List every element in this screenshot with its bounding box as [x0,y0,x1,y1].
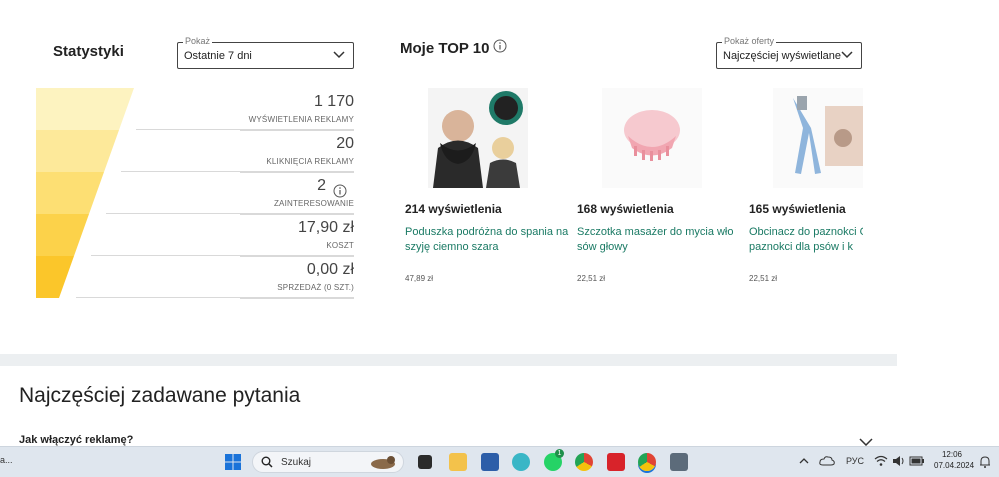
product-price: 22,51 zł [749,274,778,283]
product-name-link[interactable]: Szczotka masażer do mycia wło sów głowy [577,225,747,255]
product-image-travel-pillow[interactable] [428,88,528,188]
funnel-segment-clicks [36,130,119,172]
search-icon [261,456,273,468]
stat-label: ZAINTERESOWANIE [273,199,354,208]
wifi-icon[interactable] [874,455,888,467]
funnel-segment-interest [36,172,104,214]
product-name-link[interactable]: Poduszka podróżna do spania na szyję cie… [405,225,575,255]
chrome-icon[interactable] [638,453,656,471]
product-card[interactable]: 165 wyświetlenia Obcinacz do paznokci O … [749,88,863,283]
product-views: 165 wyświetlenia [749,202,846,216]
taskbar-search[interactable]: Szukaj [252,451,404,473]
product-card[interactable]: 214 wyświetlenia Poduszka podróżna do sp… [405,88,575,283]
chrome-profile-icon[interactable] [575,453,593,471]
windows-taskbar: a... Szukaj 1 РУС 12:06 07.04.2024 [0,446,999,477]
product-views: 168 wyświetlenia [577,202,674,216]
period-select-value: Ostatnie 7 dni [184,49,252,62]
stat-sales: 0,00 zł SPRZEDAŻ (0 SZT.) [240,256,354,299]
stat-clicks: 20 KLIKNIĘCIA REKLAMY [240,130,354,173]
offers-sort-select[interactable]: Pokaż oferty Najczęściej wyświetlane [716,36,862,69]
stat-label: WYŚWIETLENIA REKLAMY [248,115,354,124]
faq-card: Najczęściej zadawane pytania Jak włączyć… [0,366,897,446]
info-icon[interactable] [333,184,347,198]
stat-value: 1 170 [313,93,354,110]
language-indicator[interactable]: РУС [846,456,864,466]
stat-views: 1 170 WYŚWIETLENIA REKLAMY [240,88,354,131]
chevron-down-icon[interactable] [859,437,873,446]
faq-question[interactable]: Jak włączyć reklamę? [19,434,133,446]
top10-title: Moje TOP 10 [400,40,490,57]
chevron-up-icon[interactable] [799,457,809,465]
top10-carousel: 214 wyświetlenia Poduszka podróżna do sp… [399,88,863,298]
funnel-segment-views [36,88,134,130]
stats-title: Statystyki [53,43,124,60]
page-right-margin [897,0,999,446]
search-placeholder: Szukaj [281,456,312,468]
task-view-icon[interactable] [418,455,432,469]
product-price: 47,89 zł [405,274,434,283]
stat-value: 0,00 zł [306,261,354,278]
product-name-link[interactable]: Obcinacz do paznokci O do paznokci dla p… [749,225,863,255]
product-price: 22,51 zł [577,274,606,283]
store-icon[interactable] [481,453,499,471]
stat-label: KOSZT [326,241,354,250]
stat-label: KLIKNIĘCIA REKLAMY [266,157,354,166]
faq-title: Najczęściej zadawane pytania [19,384,301,407]
calculator-icon[interactable] [670,453,688,471]
product-card[interactable]: 168 wyświetlenia Szczotka masażer do myc… [577,88,747,283]
system-clock[interactable]: 12:06 07.04.2024 [934,449,975,471]
volume-icon[interactable] [892,455,906,467]
product-image-nail-clipper[interactable] [773,88,863,188]
stat-cost: 17,90 zł KOSZT [240,214,354,257]
chevron-down-icon [841,51,853,59]
funnel-segment-sales [36,256,74,298]
battery-icon[interactable] [909,455,925,467]
taskbar-window-fragment[interactable]: a... [0,455,13,465]
cloud-icon[interactable] [819,455,835,467]
stat-value: 17,90 zł [297,219,354,236]
windows-start-icon[interactable] [224,453,242,471]
funnel-segment-cost [36,214,89,256]
period-select-legend: Pokaż [183,36,213,46]
info-icon[interactable] [493,39,507,53]
file-explorer-icon[interactable] [449,453,467,471]
notification-badge: 1 [555,449,564,458]
conversion-funnel [36,88,134,298]
stat-label: SPRZEDAŻ (0 SZT.) [277,283,354,292]
offers-sort-value: Najczęściej wyświetlane [723,49,841,62]
period-select[interactable]: Pokaż Ostatnie 7 dni [177,36,354,69]
clock-date: 07.04.2024 [934,461,975,470]
product-image-scalp-brush[interactable] [602,88,702,188]
search-highlight-icon [371,456,395,469]
product-views: 214 wyświetlenia [405,202,502,216]
stat-value: 20 [336,135,354,152]
notification-bell-icon[interactable] [979,455,991,469]
offers-sort-legend: Pokaż oferty [722,36,777,46]
clock-time: 12:06 [941,450,963,459]
pdf-reader-icon[interactable] [607,453,625,471]
chevron-down-icon [333,51,345,59]
canva-icon[interactable] [512,453,530,471]
